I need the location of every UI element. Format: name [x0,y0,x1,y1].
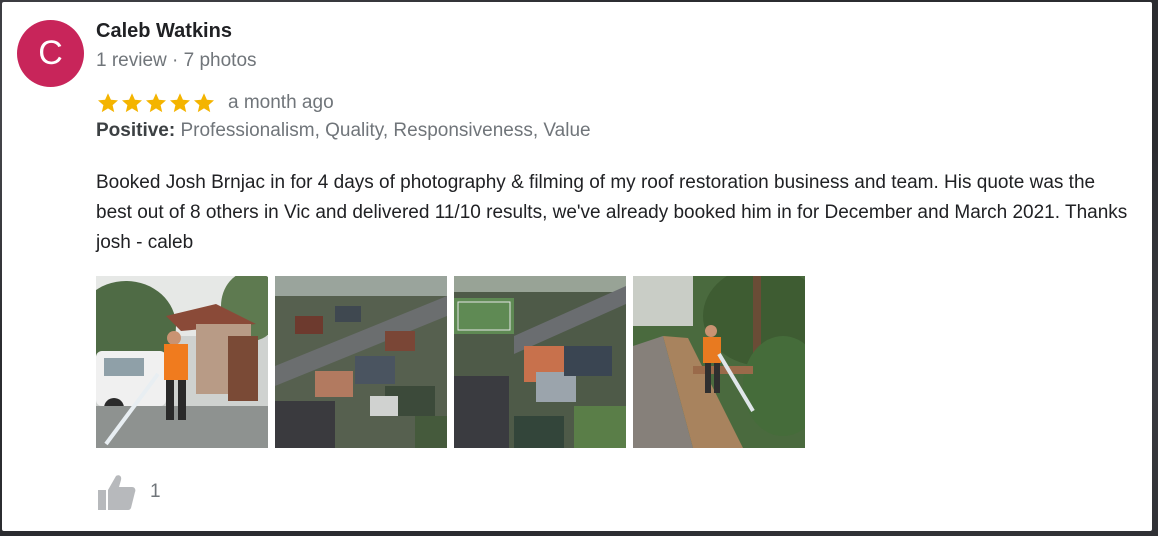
review-card: C Caleb Watkins 1 review · 7 photos a mo… [2,2,1152,531]
pressure-washing-path-photo [633,276,805,448]
review-photo-1[interactable] [96,276,268,448]
reviewer-meta: 1 review · 7 photos [96,50,257,71]
thumbs-up-icon[interactable] [96,472,138,512]
rating-row: a month ago [96,90,334,116]
star-icon [98,93,118,113]
aerial-suburb-photo [275,276,447,448]
review-text: Booked Josh Brnjac in for 4 days of phot… [96,172,1128,253]
star-icon [146,93,166,113]
star-icon [122,93,142,113]
star-icon [194,93,214,113]
review-photo-4[interactable] [633,276,805,448]
like-count: 1 [150,481,161,502]
like-row: 1 [96,472,161,512]
star-icon [170,93,190,113]
avatar-initial: C [38,34,63,72]
pressure-washing-driveway-photo [96,276,268,448]
positive-attributes: Positive: Professionalism, Quality, Resp… [96,120,591,142]
avatar[interactable]: C [17,20,84,87]
aerial-roof-photo [454,276,626,448]
positive-label: Positive: [96,120,176,141]
star-rating [96,91,216,115]
review-time: a month ago [228,92,334,113]
review-photos [96,276,805,448]
review-photo-2[interactable] [275,276,447,448]
reviewer-name[interactable]: Caleb Watkins [96,20,232,43]
review-photo-3[interactable] [454,276,626,448]
positive-values: Professionalism, Quality, Responsiveness… [180,120,591,141]
